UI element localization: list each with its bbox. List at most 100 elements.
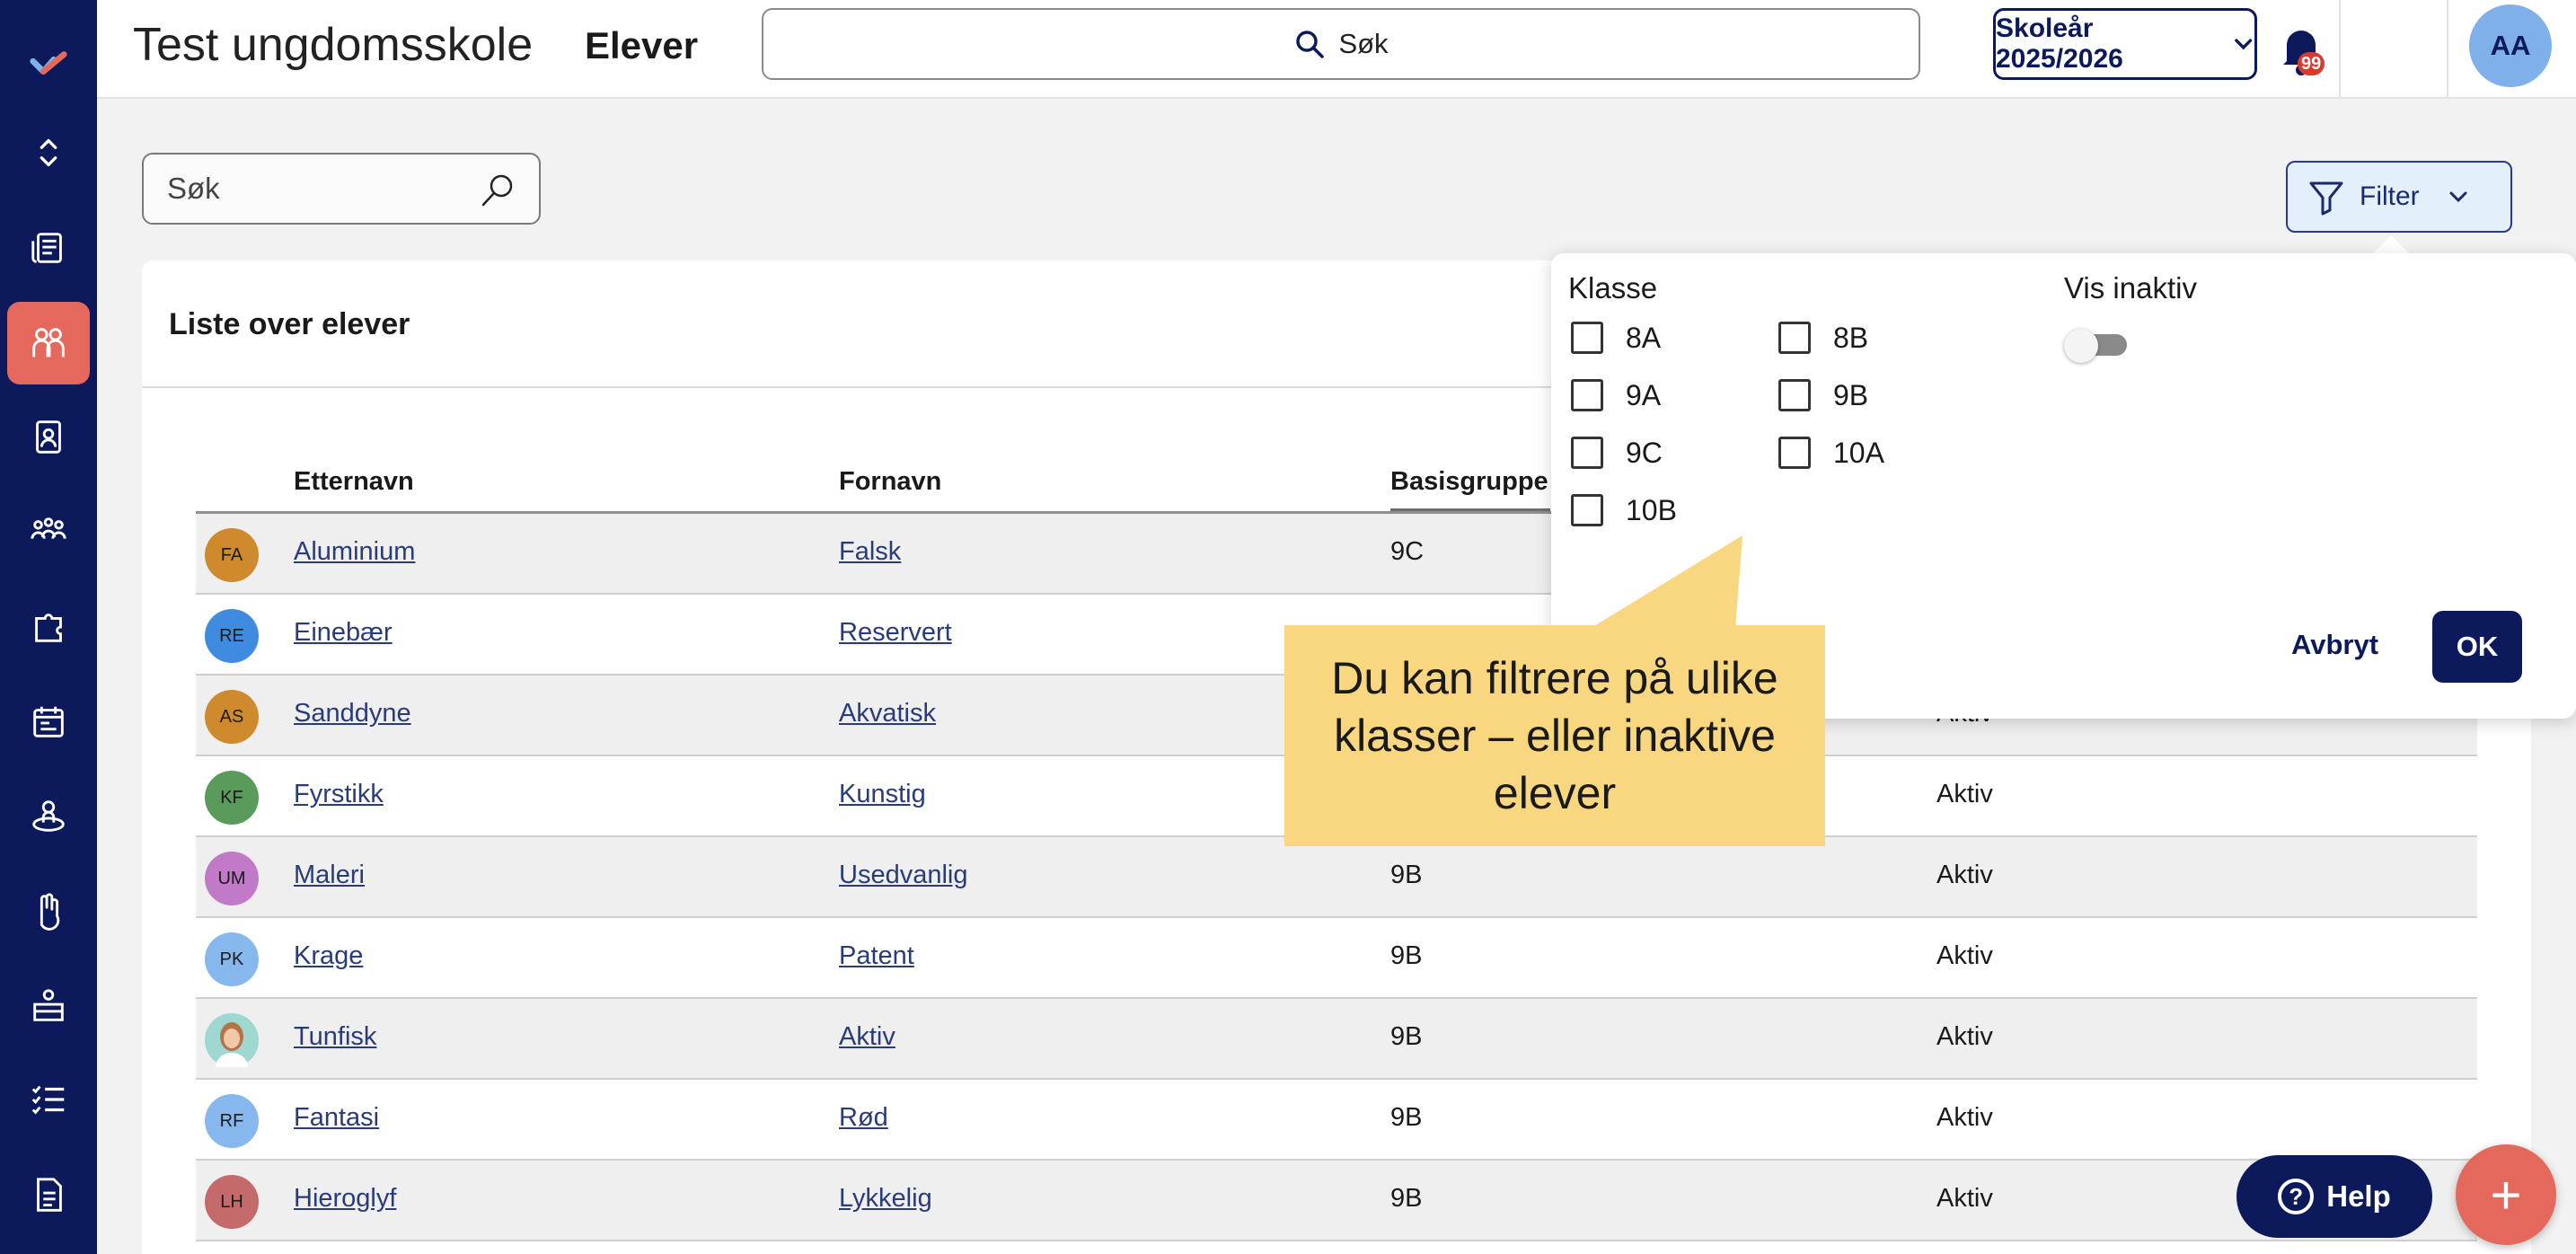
app-title: Test ungdomsskole	[133, 19, 534, 71]
filter-label: Filter	[2360, 181, 2420, 211]
help-button[interactable]: ? Help	[2236, 1155, 2432, 1238]
student-avatar: UM	[205, 852, 259, 905]
photo-avatar-icon	[205, 1013, 259, 1067]
chevron-down-icon	[2449, 191, 2467, 203]
last-name-link[interactable]: Sanddyne	[294, 699, 411, 729]
base-group-cell: 9B	[1390, 861, 1423, 889]
class-checkbox-8a[interactable]	[1571, 322, 1603, 354]
students-icon[interactable]	[0, 300, 97, 386]
base-group-cell: 9B	[1390, 941, 1423, 970]
first-name-link[interactable]: Patent	[839, 941, 914, 971]
school-year-select[interactable]: Skoleår 2025/2026	[1993, 8, 2257, 80]
class-checkbox-label: 10A	[1833, 437, 1884, 469]
last-name-link[interactable]: Fyrstikk	[294, 780, 384, 809]
class-checkbox-10b[interactable]	[1571, 494, 1603, 526]
base-group-cell: 9C	[1390, 537, 1425, 566]
class-checkbox-9b[interactable]	[1778, 379, 1811, 411]
help-label: Help	[2326, 1179, 2391, 1213]
logo-icon[interactable]	[0, 22, 97, 108]
base-group-cell: 9B	[1390, 1103, 1423, 1132]
class-checkbox-9c[interactable]	[1571, 437, 1603, 469]
filter-icon	[2309, 181, 2343, 216]
puzzle-icon[interactable]	[0, 584, 97, 670]
student-avatar: LH	[205, 1175, 259, 1229]
hand-icon[interactable]	[0, 868, 97, 954]
first-name-link[interactable]: Lykkelig	[839, 1184, 932, 1214]
first-name-link[interactable]: Falsk	[839, 537, 901, 567]
column-header-first-name[interactable]: Fornavn	[839, 467, 941, 497]
class-checkbox-label: 10B	[1626, 494, 1677, 526]
table-row[interactable]: Tunfisk Aktiv 9B Aktiv	[196, 999, 2477, 1080]
question-icon: ?	[2278, 1179, 2315, 1214]
filter-button[interactable]: Filter	[2286, 161, 2512, 233]
last-name-link[interactable]: Krage	[294, 941, 363, 971]
first-name-link[interactable]: Akvatisk	[839, 699, 936, 729]
class-checkbox-label: 9B	[1833, 379, 1869, 411]
search-icon	[481, 174, 513, 207]
last-name-link[interactable]: Maleri	[294, 861, 365, 890]
header-divider	[2447, 0, 2448, 99]
table-row[interactable]: PK Krage Patent 9B Aktiv	[196, 918, 2477, 999]
table-row[interactable]: RF Fantasi Rød 9B Aktiv	[196, 1080, 2477, 1161]
base-group-cell: 9B	[1390, 1022, 1423, 1051]
first-name-link[interactable]: Usedvanlig	[839, 861, 967, 890]
news-icon[interactable]	[0, 205, 97, 291]
desk-icon[interactable]	[0, 963, 97, 1049]
column-header-last-name[interactable]: Etternavn	[294, 467, 414, 497]
groups-icon[interactable]	[0, 489, 97, 575]
class-checkbox-label: 8B	[1833, 322, 1869, 354]
last-name-link[interactable]: Tunfisk	[294, 1022, 376, 1052]
student-search-input[interactable]: Søk	[142, 153, 541, 225]
id-badge-icon[interactable]	[0, 393, 97, 480]
first-name-link[interactable]: Rød	[839, 1103, 888, 1133]
column-header-base-group[interactable]: Basisgruppe	[1390, 467, 1548, 497]
status-cell: Aktiv	[1936, 1184, 1993, 1213]
global-search-button[interactable]: Søk	[762, 8, 1920, 80]
student-avatar: AS	[205, 690, 259, 744]
status-cell: Aktiv	[1936, 780, 1993, 808]
checklist-icon[interactable]	[0, 1056, 97, 1143]
student-list-title: Liste over elever	[169, 307, 410, 341]
last-name-link[interactable]: Aluminium	[294, 537, 415, 567]
first-name-link[interactable]: Aktiv	[839, 1022, 895, 1052]
class-checkbox-8b[interactable]	[1778, 322, 1811, 354]
calendar-chat-icon[interactable]	[0, 679, 97, 765]
top-bar: Test ungdomsskole Elever Søk Skoleår 202…	[97, 0, 2576, 99]
expand-collapse-icon[interactable]	[0, 110, 97, 196]
search-icon	[1296, 31, 1325, 58]
person-orbit-icon[interactable]	[0, 773, 97, 859]
last-name-link[interactable]: Einebær	[294, 618, 393, 648]
header-divider	[2339, 0, 2341, 99]
status-cell: Aktiv	[1936, 1022, 1993, 1051]
notification-badge: 99	[2298, 52, 2325, 75]
user-avatar[interactable]: AA	[2469, 4, 2552, 87]
sidebar	[0, 0, 97, 1254]
school-year-label: Skoleår 2025/2026	[1996, 13, 2123, 74]
last-name-link[interactable]: Fantasi	[294, 1103, 379, 1133]
page-title: Elever	[585, 24, 699, 66]
status-cell: Aktiv	[1936, 941, 1993, 970]
student-avatar: RF	[205, 1094, 259, 1148]
student-search-placeholder: Søk	[167, 172, 220, 205]
popover-arrow	[2371, 235, 2411, 255]
class-checkbox-label: 8A	[1626, 322, 1662, 354]
global-search-label: Søk	[1338, 28, 1389, 59]
ok-button[interactable]: OK	[2432, 611, 2522, 683]
chevron-down-icon	[2234, 39, 2252, 50]
document-icon[interactable]	[0, 1152, 97, 1238]
student-avatar: PK	[205, 932, 259, 986]
inactive-filter-label: Vis inaktiv	[2064, 271, 2197, 305]
first-name-link[interactable]: Reservert	[839, 618, 952, 648]
student-avatar: FA	[205, 528, 259, 582]
table-row[interactable]: LH Hieroglyf Lykkelig 9B Aktiv	[196, 1161, 2477, 1241]
last-name-link[interactable]: Hieroglyf	[294, 1184, 396, 1214]
first-name-link[interactable]: Kunstig	[839, 780, 926, 809]
show-inactive-toggle[interactable]	[2064, 329, 2127, 363]
student-avatar: RE	[205, 609, 259, 663]
add-button[interactable]: +	[2456, 1144, 2556, 1245]
student-avatar: KF	[205, 771, 259, 825]
class-checkbox-9a[interactable]	[1571, 379, 1603, 411]
table-row[interactable]: UM Maleri Usedvanlig 9B Aktiv	[196, 837, 2477, 918]
cancel-button[interactable]: Avbryt	[2291, 629, 2378, 661]
class-checkbox-10a[interactable]	[1778, 437, 1811, 469]
